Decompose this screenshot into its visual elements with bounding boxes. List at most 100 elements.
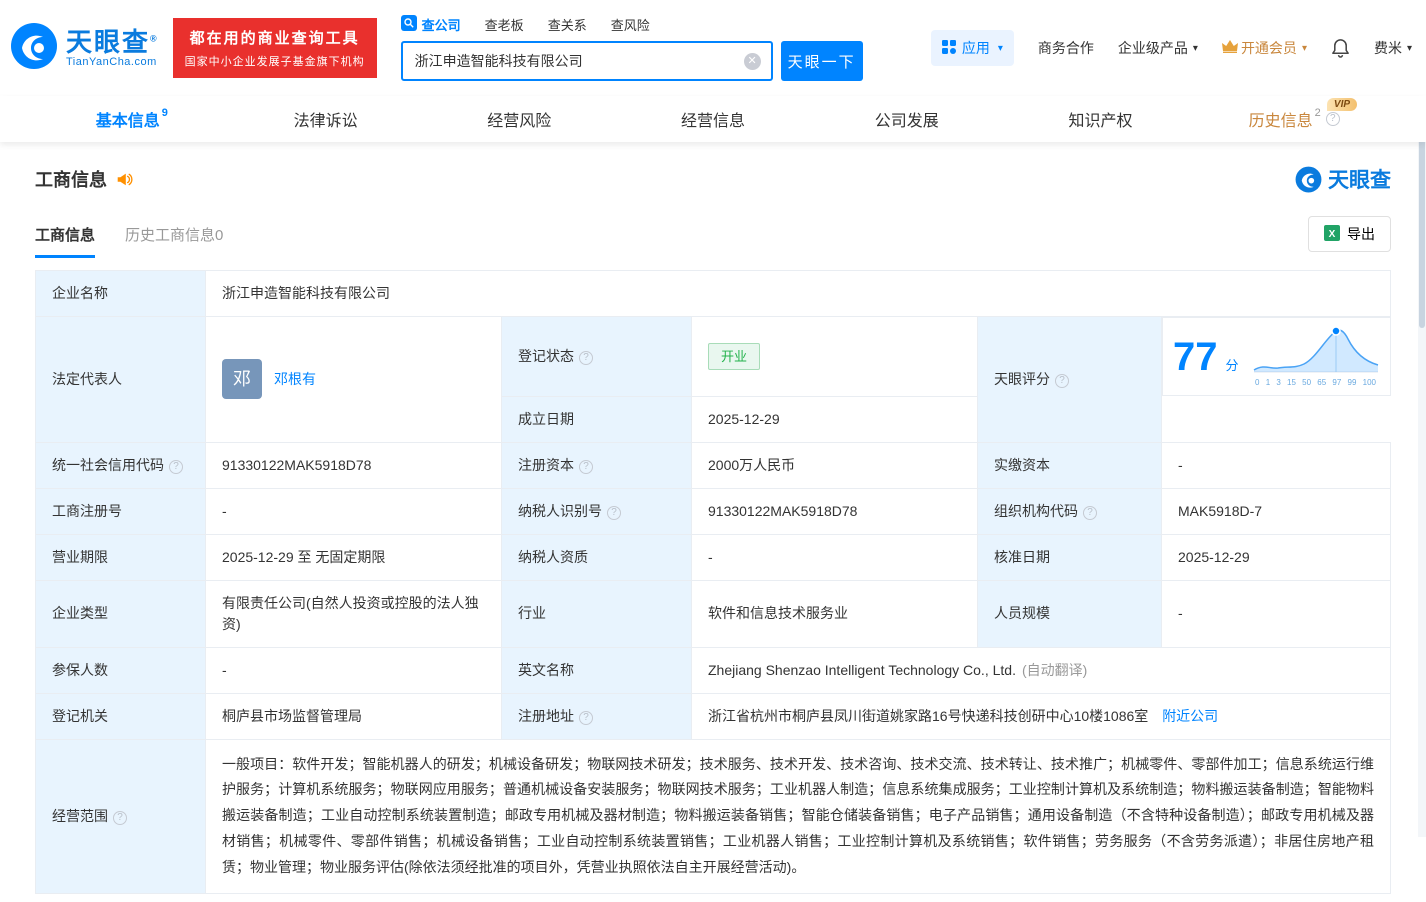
business-scope-label: 经营范围 [35, 738, 206, 894]
notification-bell-icon[interactable] [1331, 38, 1350, 58]
slogan-line1: 都在用的商业查询工具 [189, 30, 360, 47]
reg-address-label: 注册地址 [501, 692, 692, 740]
taxpayer-qualification-value: - [691, 533, 978, 581]
reg-capital-label: 注册资本 [501, 441, 692, 489]
approval-date-value: 2025-12-29 [1161, 533, 1391, 581]
search-input[interactable] [400, 41, 773, 81]
score-axis-labels: 0 1 3 15 50 65 97 99 100 [1255, 378, 1376, 387]
apps-grid-icon [941, 39, 956, 57]
company-name-label: 企业名称 [35, 270, 206, 317]
establish-date-value: 2025-12-29 [691, 395, 978, 443]
score-number: 77 [1173, 334, 1218, 379]
tab-history-info[interactable]: VIP 历史信息 2 [1197, 96, 1391, 142]
search-button[interactable]: 天眼一下 [780, 41, 863, 81]
reg-number-label: 工商注册号 [35, 487, 206, 535]
page: 天眼查® TianYanCha.com 都在用的商业查询工具 国家中小企业发展子… [0, 0, 1426, 902]
insured-count-label: 参保人数 [35, 646, 206, 694]
staff-size-value: - [1161, 579, 1391, 648]
auto-translate-note: (自动翻译) [1021, 661, 1088, 678]
industry-label: 行业 [501, 579, 692, 648]
svg-text:X: X [1329, 229, 1336, 240]
vip-badge: VIP [1326, 98, 1358, 111]
export-button[interactable]: X 导出 [1308, 216, 1391, 252]
search-tab-relation[interactable]: 查关系 [548, 15, 587, 34]
nearby-companies-link[interactable]: 附近公司 [1162, 708, 1218, 724]
company-name-value: 浙江申造智能科技有限公司 [205, 270, 1391, 317]
score-help-icon[interactable] [1055, 373, 1069, 388]
history-help-icon[interactable] [1325, 112, 1340, 126]
taxpayer-id-label: 纳税人识别号 [501, 487, 692, 535]
watermark-text: 天眼查 [1328, 169, 1391, 192]
open-membership-dropdown[interactable]: 开通会员 [1221, 38, 1307, 58]
search-area: 查公司 查老板 查关系 查风险 天眼一下 [400, 15, 863, 81]
page-scrollbar[interactable] [1418, 96, 1426, 837]
search-tab-company[interactable]: 查公司 [400, 15, 461, 34]
score-unit: 分 [1225, 357, 1239, 373]
row-regnumber-taxid-orgcode: 工商注册号 - 纳税人识别号 91330122MAK5918D78 组织机构代码… [35, 487, 1391, 535]
clear-search-icon[interactable] [743, 53, 761, 70]
credit-code-help-icon[interactable] [169, 459, 183, 474]
tab-operating-risk[interactable]: 经营风险 [422, 96, 616, 142]
company-type-value: 有限责任公司(自然人投资或控股的法人独资) [205, 579, 502, 648]
slogan-line2: 国家中小企业发展子基金旗下机构 [184, 56, 365, 68]
user-menu[interactable]: 费米 [1374, 38, 1412, 58]
logo-domain: TianYanCha.com [66, 56, 157, 69]
row-credit-capital: 统一社会信用代码 91330122MAK5918D78 注册资本 2000万人民… [35, 441, 1391, 489]
announcement-icon[interactable] [115, 170, 133, 188]
row-authority-address: 登记机关 桐庐县市场监督管理局 注册地址 浙江省杭州市桐庐县凤川街道姚家路16号… [35, 692, 1391, 740]
tab-basic-info[interactable]: 基本信息 9 [35, 96, 229, 142]
tianyancha-logo[interactable]: 天眼查® TianYanCha.com [10, 22, 159, 75]
business-term-label: 营业期限 [35, 533, 206, 581]
username: 费米 [1373, 40, 1402, 56]
search-tab-boss[interactable]: 查老板 [485, 15, 524, 34]
row-company-name: 企业名称 浙江申造智能科技有限公司 [35, 270, 1391, 317]
reg-capital-help-icon[interactable] [579, 459, 593, 474]
subtab-business-info[interactable]: 工商信息 [35, 224, 96, 258]
reg-status-value: 开业 [691, 316, 978, 397]
insured-count-value: - [205, 646, 502, 694]
business-scope-help-icon[interactable] [113, 810, 127, 825]
brand-slogan: 都在用的商业查询工具 国家中小企业发展子基金旗下机构 [172, 18, 377, 78]
business-info-table: 企业名称 浙江申造智能科技有限公司 法定代表人 邓 邓根有 登记状态 开业 天眼… [35, 270, 1391, 894]
legal-rep-link[interactable]: 邓根有 [274, 369, 316, 390]
row-insured-english: 参保人数 - 英文名称 Zhejiang Shenzao Intelligent… [35, 646, 1391, 694]
business-scope-value: 一般项目：软件开发；智能机器人的研发；机械设备研发；物联网技术研发；技术服务、技… [205, 738, 1391, 894]
business-cooperation-link[interactable]: 商务合作 [1038, 38, 1094, 58]
english-name-label: 英文名称 [501, 646, 692, 694]
header-menu: 应用 商务合作 企业级产品 开通会员 费米 [930, 30, 1412, 66]
tianyancha-logo-icon [10, 22, 58, 75]
business-term-value: 2025-12-29 至 无固定期限 [205, 533, 502, 581]
reg-address-help-icon[interactable] [579, 710, 593, 725]
legal-rep-label: 法定代表人 [35, 316, 206, 443]
tab-operating-info[interactable]: 经营信息 [616, 96, 810, 142]
search-tab-risk[interactable]: 查风险 [611, 15, 650, 34]
subtabs-row: 工商信息 历史工商信息0 X 导出 [35, 216, 1391, 258]
industry-value: 软件和信息技术服务业 [691, 579, 978, 648]
tab-company-development[interactable]: 公司发展 [810, 96, 1004, 142]
search-bar: 天眼一下 [400, 41, 863, 81]
logo-name: 天眼查® [66, 26, 159, 57]
legal-rep-avatar[interactable]: 邓 [222, 359, 262, 400]
apps-dropdown[interactable]: 应用 [930, 30, 1014, 66]
establish-date-label: 成立日期 [501, 395, 692, 443]
score-value: 77 分 0 1 3 15 50 65 97 99 100 [1162, 317, 1391, 396]
basic-info-count: 9 [161, 107, 168, 119]
subtab-history-business-info[interactable]: 历史工商信息0 [125, 224, 223, 258]
reg-address-value: 浙江省杭州市桐庐县凤川街道姚家路16号快递科技创研中心10楼1086室 附近公司 [691, 692, 1391, 740]
org-code-help-icon[interactable] [1083, 505, 1097, 520]
paid-capital-value: - [1161, 441, 1391, 489]
reg-status-help-icon[interactable] [579, 350, 593, 365]
taxpayer-id-help-icon[interactable] [607, 505, 621, 520]
org-code-value: MAK5918D-7 [1161, 487, 1391, 535]
excel-icon: X [1324, 224, 1340, 244]
paid-capital-label: 实缴资本 [977, 441, 1162, 489]
approval-date-label: 核准日期 [977, 533, 1162, 581]
tab-legal-proceedings[interactable]: 法律诉讼 [229, 96, 423, 142]
org-code-label: 组织机构代码 [977, 487, 1162, 535]
reg-capital-value: 2000万人民币 [691, 441, 978, 489]
row-term-qualification-approval: 营业期限 2025-12-29 至 无固定期限 纳税人资质 - 核准日期 202… [35, 533, 1391, 581]
credit-code-label: 统一社会信用代码 [35, 441, 206, 489]
top-header: 天眼查® TianYanCha.com 都在用的商业查询工具 国家中小企业发展子… [0, 0, 1426, 96]
enterprise-products-dropdown[interactable]: 企业级产品 [1118, 38, 1198, 58]
tab-intellectual-property[interactable]: 知识产权 [1004, 96, 1198, 142]
